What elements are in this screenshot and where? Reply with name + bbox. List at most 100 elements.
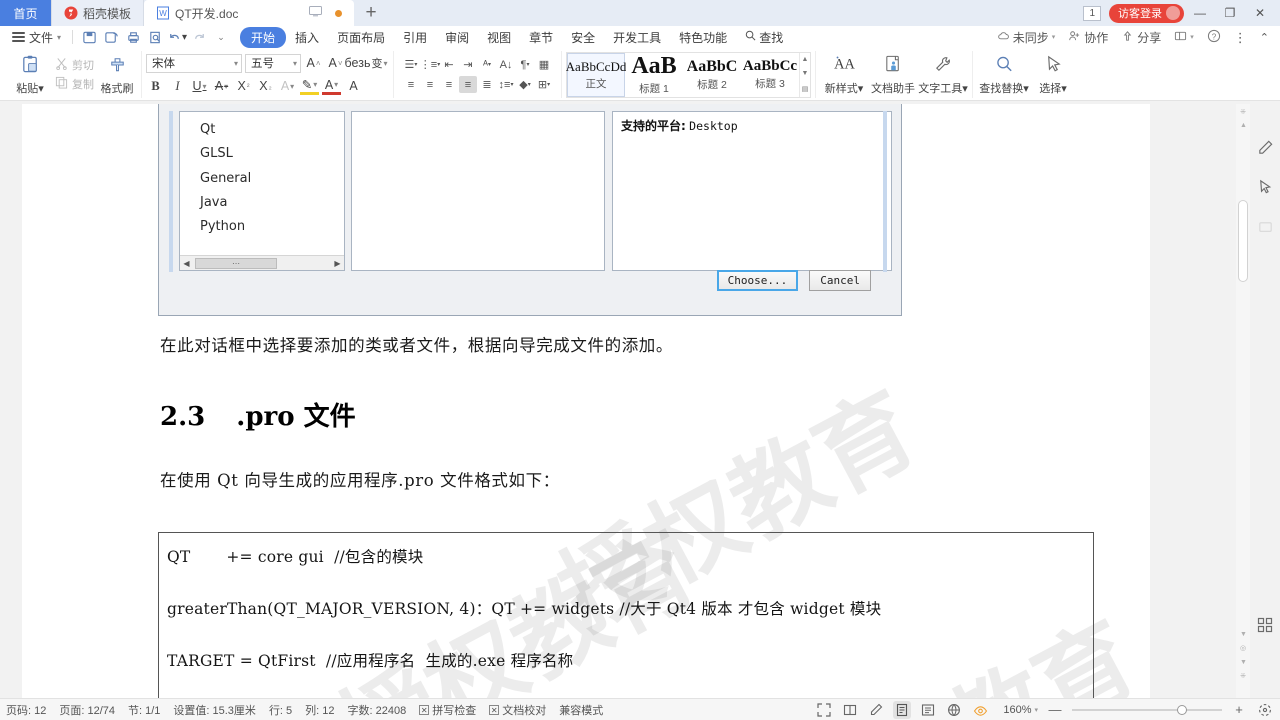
pen-highlight-icon[interactable]	[1254, 136, 1276, 158]
decrease-indent-button[interactable]: ⇤	[440, 56, 458, 73]
borders-shading-button[interactable]: ▦	[535, 56, 553, 73]
two-page-icon[interactable]	[841, 701, 859, 719]
align-center-button[interactable]: ≡	[421, 76, 439, 93]
font-family-select[interactable]: 宋体 ▾	[146, 53, 242, 73]
menu-item-security[interactable]: 安全	[562, 27, 604, 48]
align-right-button[interactable]: ≡	[440, 76, 458, 93]
find-replace-button[interactable]: 查找替换▾	[977, 54, 1031, 96]
tab-home[interactable]: 首页	[0, 0, 52, 26]
restore-button[interactable]: ❐	[1216, 0, 1244, 26]
select-button[interactable]: 选择▾	[1031, 54, 1075, 96]
cursor-select-icon[interactable]	[1254, 176, 1276, 198]
file-menu-button[interactable]: 文件 ▾	[6, 29, 67, 46]
menu-item-featured[interactable]: 特色功能	[670, 27, 736, 48]
style-normal[interactable]: AaBbCcDd 正文	[566, 52, 626, 97]
edit-mode-icon[interactable]	[867, 701, 885, 719]
status-setting-value[interactable]: 设置值: 15.3厘米	[173, 702, 256, 718]
distribute-button[interactable]: ≣	[478, 76, 496, 93]
copy-button[interactable]: 复制	[55, 76, 94, 92]
minimize-button[interactable]: —	[1186, 0, 1214, 26]
increase-font-size-button[interactable]: A ˄	[304, 54, 323, 73]
numbered-list-button[interactable]: ⋮≡ ▾	[420, 56, 440, 73]
zoom-out-button[interactable]: —	[1046, 701, 1064, 719]
menu-item-references[interactable]: 引用	[394, 27, 436, 48]
status-proofread[interactable]: ✕ 文档校对	[489, 702, 546, 718]
guest-login-button[interactable]: 访客登录	[1109, 3, 1184, 23]
status-section[interactable]: 节: 1/1	[128, 702, 160, 718]
outline-view-icon[interactable]	[919, 701, 937, 719]
shading-color-button[interactable]: ◆ ▾	[516, 76, 534, 93]
status-line[interactable]: 行: 5	[269, 702, 292, 718]
phonetic-guide-button[interactable]: безь	[345, 54, 371, 73]
save-as-icon[interactable]	[100, 27, 122, 47]
status-column[interactable]: 列: 12	[305, 702, 334, 718]
line-spacing-button[interactable]: ᴬ ▾	[478, 56, 496, 73]
fit-page-icon[interactable]	[1256, 701, 1274, 719]
table-borders-button[interactable]: ⊞ ▾	[535, 76, 553, 93]
status-page-number[interactable]: 页码: 12	[6, 702, 46, 718]
scroll-up-icon[interactable]: ▲	[1240, 122, 1247, 129]
help-button[interactable]: ?	[1202, 28, 1226, 47]
page-view-icon[interactable]	[893, 700, 912, 719]
document-area[interactable]: 授权教育 授权教育 授权教育 Qt GLSL General Java Pyth…	[0, 104, 1280, 698]
share-button[interactable]: 分享	[1116, 28, 1166, 47]
save-icon[interactable]	[78, 27, 100, 47]
align-left-button[interactable]: ≡	[402, 76, 420, 93]
print-preview-icon[interactable]	[144, 27, 166, 47]
text-effects-button[interactable]: A	[344, 77, 363, 96]
highlight-color-button[interactable]: ✎ ▾	[300, 78, 319, 95]
sticky-note-icon[interactable]	[1254, 216, 1276, 238]
menu-item-start[interactable]: 开始	[240, 26, 287, 48]
menu-item-insert[interactable]: 插入	[286, 27, 328, 48]
redo-icon[interactable]	[188, 27, 210, 47]
window-split-button[interactable]: ▾	[1169, 29, 1199, 46]
change-case-button[interactable]: 变 ▾	[370, 54, 389, 73]
fullscreen-icon[interactable]	[815, 701, 833, 719]
tab-docer-template[interactable]: 稻壳模板	[52, 0, 145, 26]
scroll-down-icon[interactable]: ▼	[1240, 631, 1247, 638]
scroll-select-browse-icon[interactable]: ◎	[1240, 644, 1246, 652]
new-tab-button[interactable]: +	[354, 0, 389, 26]
bullet-list-button[interactable]: ☰ ▾	[402, 56, 420, 73]
increase-indent-button[interactable]: ⇥	[459, 56, 477, 73]
bold-button[interactable]: B	[146, 77, 165, 96]
eye-protection-icon[interactable]	[971, 701, 989, 719]
decrease-font-size-button[interactable]: A ˅	[326, 54, 345, 73]
status-word-count[interactable]: 字数: 22408	[348, 702, 407, 718]
subscript-button[interactable]: X₂	[256, 77, 275, 96]
new-style-button[interactable]: AA 新样式▾	[820, 54, 868, 96]
status-spellcheck[interactable]: ✕ 拼写检查	[419, 702, 476, 718]
cut-button[interactable]: 剪切	[55, 57, 94, 73]
italic-button[interactable]: I	[168, 77, 187, 96]
tab-count-badge[interactable]: 1	[1083, 5, 1101, 21]
web-view-icon[interactable]	[945, 701, 963, 719]
show-marks-button[interactable]: ¶ ▾	[516, 56, 534, 73]
zoom-in-button[interactable]: +	[1230, 701, 1248, 719]
style-heading-1[interactable]: AaB 标题 1	[625, 53, 683, 97]
style-heading-2[interactable]: AaBbC 标题 2	[683, 53, 741, 97]
doc-assistant-button[interactable]: 文档助手	[868, 54, 918, 96]
zoom-slider[interactable]	[1072, 704, 1222, 715]
zoom-level[interactable]: 160% ▾	[1003, 704, 1038, 716]
menu-item-review[interactable]: 审阅	[436, 27, 478, 48]
clear-formatting-button[interactable]: A ▾	[278, 77, 297, 96]
menu-item-section[interactable]: 章节	[520, 27, 562, 48]
collapse-ribbon-button[interactable]: ⌃	[1255, 30, 1274, 45]
superscript-button[interactable]: X²	[234, 77, 253, 96]
document-page[interactable]: 授权教育 授权教育 授权教育 Qt GLSL General Java Pyth…	[22, 104, 1150, 698]
tab-document-qt[interactable]: W QT开发.doc	[144, 0, 355, 26]
close-button[interactable]: ✕	[1246, 0, 1274, 26]
underline-button[interactable]: U ▾	[190, 77, 209, 96]
status-pages[interactable]: 页面: 12/74	[59, 702, 115, 718]
scrollbar-thumb[interactable]	[1238, 200, 1248, 282]
customize-quick-access-icon[interactable]: ⌄	[210, 27, 232, 47]
grid-apps-icon[interactable]	[1254, 614, 1276, 636]
collaborate-button[interactable]: 协作	[1063, 28, 1113, 47]
strikethrough-button[interactable]: A ▾	[212, 77, 231, 96]
line-spacing-select-button[interactable]: ↕≡ ▾	[497, 76, 515, 93]
sort-button[interactable]: A↓	[497, 56, 515, 73]
style-gallery-scroll[interactable]: ▲ ▼ ▤	[799, 52, 810, 97]
zoom-slider-knob[interactable]	[1177, 704, 1187, 715]
undo-icon[interactable]: ▾	[166, 27, 188, 47]
style-heading-3[interactable]: AaBbCc 标题 3	[741, 53, 799, 97]
